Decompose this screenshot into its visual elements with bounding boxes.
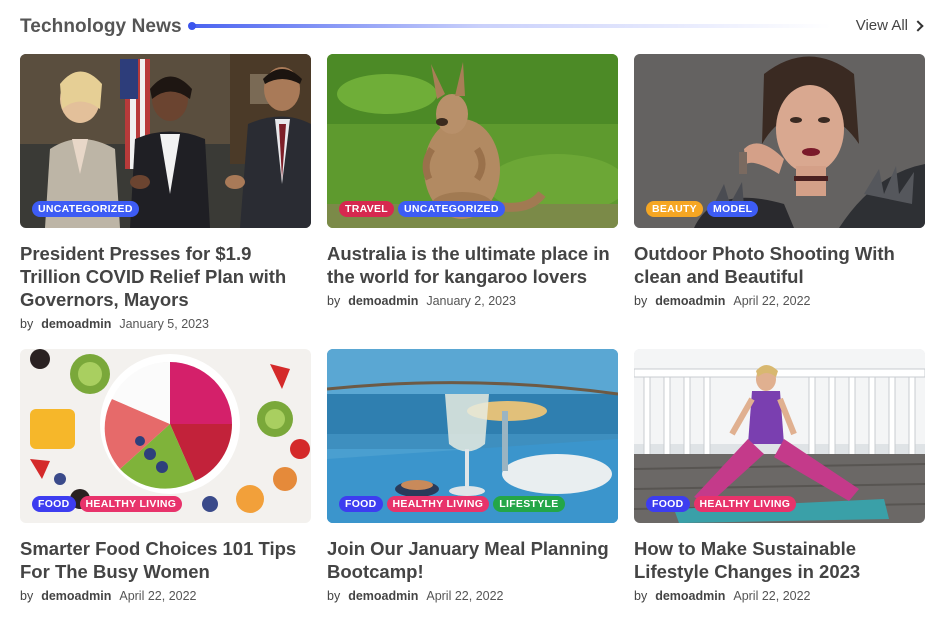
chevron-right-icon (912, 20, 924, 32)
post-tags: FOOD HEALTHY LIVING (646, 496, 797, 512)
view-all-label: View All (855, 17, 908, 34)
post-date: January 2, 2023 (426, 294, 517, 308)
tag-food[interactable]: FOOD (339, 496, 383, 512)
post-author[interactable]: demoadmin (41, 317, 111, 331)
post-thumbnail[interactable]: BEAUTY MODEL (634, 54, 925, 228)
post-meta: by demoadmin January 2, 2023 (327, 294, 618, 308)
post-meta: by demoadmin January 5, 2023 (20, 317, 311, 331)
post-title[interactable]: Australia is the ultimate place in the w… (327, 242, 618, 288)
post-thumbnail[interactable]: FOOD HEALTHY LIVING (20, 349, 311, 523)
post-title[interactable]: How to Make Sustainable Lifestyle Change… (634, 537, 925, 583)
tag-beauty[interactable]: BEAUTY (646, 201, 703, 217)
post-meta: by demoadmin April 22, 2022 (327, 589, 618, 603)
tag-uncategorized[interactable]: UNCATEGORIZED (398, 201, 505, 217)
post-date: April 22, 2022 (119, 589, 197, 603)
tag-healthy-living[interactable]: HEALTHY LIVING (386, 496, 490, 512)
view-all-link[interactable]: View All (855, 17, 924, 34)
post-title[interactable]: President Presses for $1.9 Trillion COVI… (20, 242, 311, 311)
post-card: TRAVEL UNCATEGORIZED Australia is the ul… (327, 54, 618, 308)
post-meta: by demoadmin April 22, 2022 (634, 294, 925, 308)
post-date: April 22, 2022 (426, 589, 504, 603)
tag-food[interactable]: FOOD (646, 496, 690, 512)
post-meta: by demoadmin April 22, 2022 (634, 589, 925, 603)
post-tags: TRAVEL UNCATEGORIZED (339, 201, 505, 217)
title-divider (191, 24, 831, 28)
post-author[interactable]: demoadmin (348, 294, 418, 308)
tag-healthy-living[interactable]: HEALTHY LIVING (79, 496, 183, 512)
by-label: by (327, 294, 341, 308)
post-author[interactable]: demoadmin (655, 589, 725, 603)
post-card: FOOD HEALTHY LIVING LIFESTYLE Join Our J… (327, 349, 618, 603)
post-date: April 22, 2022 (733, 589, 811, 603)
post-title[interactable]: Outdoor Photo Shooting With clean and Be… (634, 242, 925, 288)
post-thumbnail[interactable]: TRAVEL UNCATEGORIZED (327, 54, 618, 228)
tag-model[interactable]: MODEL (706, 201, 759, 217)
post-author[interactable]: demoadmin (348, 589, 418, 603)
by-label: by (634, 294, 648, 308)
tag-travel[interactable]: TRAVEL (339, 201, 395, 217)
post-tags: FOOD HEALTHY LIVING LIFESTYLE (339, 496, 565, 512)
by-label: by (327, 589, 341, 603)
post-tags: UNCATEGORIZED (32, 201, 139, 217)
post-date: April 22, 2022 (733, 294, 811, 308)
post-tags: FOOD HEALTHY LIVING (32, 496, 183, 512)
post-tags: BEAUTY MODEL (646, 201, 759, 217)
post-card: UNCATEGORIZED President Presses for $1.9… (20, 54, 311, 331)
post-thumbnail[interactable]: FOOD HEALTHY LIVING (634, 349, 925, 523)
by-label: by (20, 317, 34, 331)
post-title[interactable]: Join Our January Meal Planning Bootcamp! (327, 537, 618, 583)
post-thumbnail[interactable]: UNCATEGORIZED (20, 54, 311, 228)
by-label: by (20, 589, 34, 603)
tag-healthy-living[interactable]: HEALTHY LIVING (693, 496, 797, 512)
post-meta: by demoadmin April 22, 2022 (20, 589, 311, 603)
section-header: Technology News View All (20, 12, 924, 40)
post-thumbnail[interactable]: FOOD HEALTHY LIVING LIFESTYLE (327, 349, 618, 523)
post-card: FOOD HEALTHY LIVING Smarter Food Choices… (20, 349, 311, 603)
post-author[interactable]: demoadmin (41, 589, 111, 603)
by-label: by (634, 589, 648, 603)
post-date: January 5, 2023 (119, 317, 210, 331)
tag-food[interactable]: FOOD (32, 496, 76, 512)
tag-uncategorized[interactable]: UNCATEGORIZED (32, 201, 139, 217)
post-author[interactable]: demoadmin (655, 294, 725, 308)
tag-lifestyle[interactable]: LIFESTYLE (493, 496, 565, 512)
section-title: Technology News (20, 16, 182, 37)
post-card: FOOD HEALTHY LIVING How to Make Sustaina… (634, 349, 925, 603)
title-divider-dot (188, 22, 196, 30)
post-title[interactable]: Smarter Food Choices 101 Tips For The Bu… (20, 537, 311, 583)
post-card: BEAUTY MODEL Outdoor Photo Shooting With… (634, 54, 925, 308)
